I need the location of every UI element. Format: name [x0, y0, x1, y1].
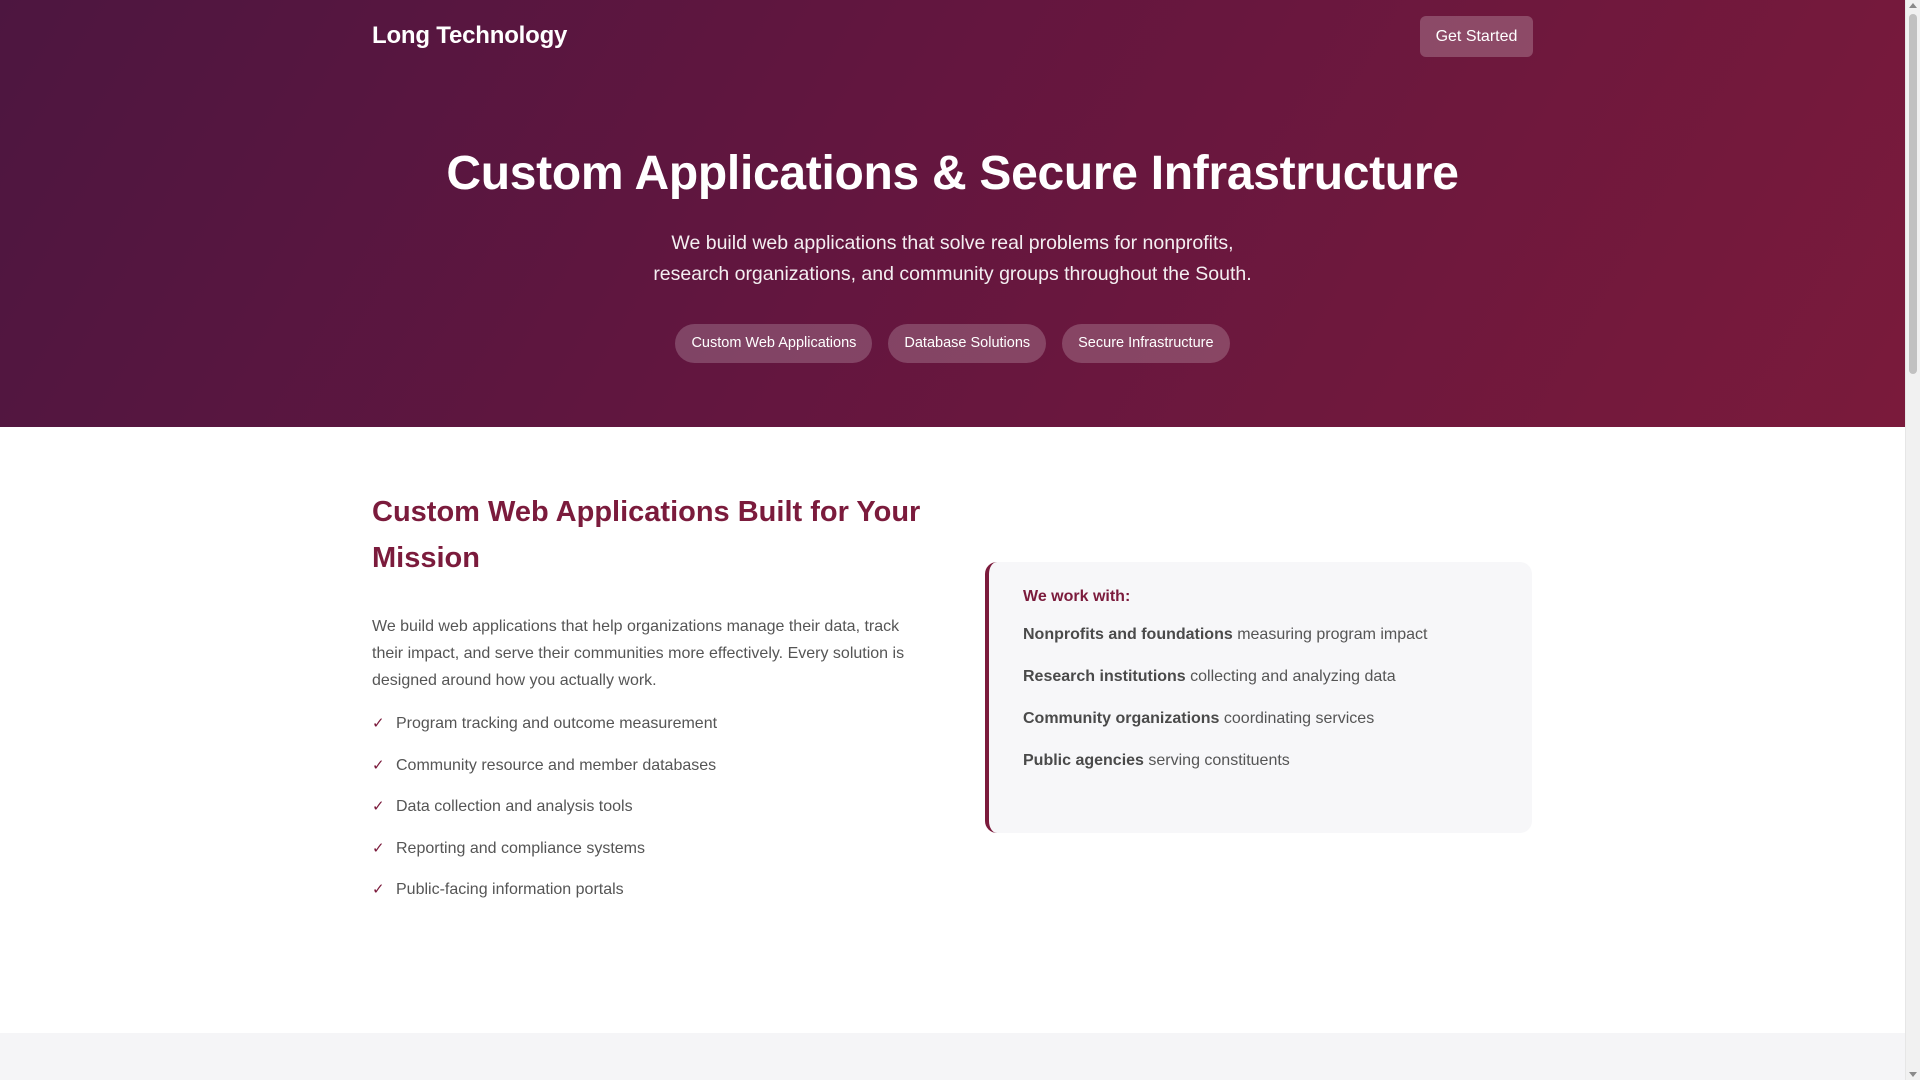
feature-label: Reporting and compliance systems: [396, 839, 646, 857]
brand-logo[interactable]: Long Technology: [372, 22, 567, 50]
pill-secure-infrastructure: Secure Infrastructure: [1062, 324, 1230, 363]
list-item: Public agencies serving constituents: [1023, 750, 1428, 792]
section-title: Custom Web Applications Built for Your M…: [372, 496, 921, 574]
check-icon: ✓: [372, 798, 385, 815]
list-item: ✓ Program tracking and outcome measureme…: [372, 703, 932, 745]
list-item: ✓ Data collection and analysis tools: [372, 786, 932, 828]
list-item: Nonprofits and foundations measuring pro…: [1023, 624, 1428, 666]
client-type: Nonprofits and foundations: [1023, 626, 1233, 643]
hero-section: Long Technology Get Started Custom Appli…: [0, 0, 1905, 427]
service-pills: Custom Web Applications Database Solutio…: [0, 324, 1905, 363]
list-item: Research institutions collecting and ana…: [1023, 666, 1428, 708]
client-type: Public agencies: [1023, 752, 1144, 769]
pill-custom-web-applications: Custom Web Applications: [675, 324, 873, 363]
hero-title: Custom Applications & Secure Infrastruct…: [446, 147, 1459, 200]
scroll-up-icon[interactable]: [1909, 3, 1917, 8]
we-work-with-card: We work with: Nonprofits and foundations…: [985, 562, 1532, 833]
client-type-detail: measuring program impact: [1232, 626, 1428, 643]
client-type-list: Nonprofits and foundations measuring pro…: [1023, 624, 1428, 792]
check-icon: ✓: [372, 715, 385, 732]
check-icon: ✓: [372, 756, 385, 774]
get-started-button[interactable]: Get Started: [1420, 16, 1533, 57]
feature-label: Data collection and analysis tools: [396, 798, 633, 815]
list-item: ✓ Public-facing information portals: [372, 869, 932, 911]
next-section: [0, 1033, 1905, 1080]
hero-subtitle-line-2: research organizations, and community gr…: [653, 263, 1252, 285]
feature-list: ✓ Program tracking and outcome measureme…: [372, 703, 932, 911]
list-item: ✓ Reporting and compliance systems: [372, 828, 932, 870]
card-title: We work with:: [1023, 588, 1131, 605]
check-icon: ✓: [372, 839, 385, 857]
client-type: Research institutions: [1023, 668, 1186, 685]
web-apps-section: Custom Web Applications Built for Your M…: [0, 427, 1905, 1033]
client-type: Community organizations: [1023, 710, 1220, 727]
client-type-detail: serving constituents: [1143, 752, 1290, 769]
scroll-down-icon[interactable]: [1909, 1072, 1917, 1077]
hero-subtitle: We build web applications that solve rea…: [0, 228, 1905, 290]
feature-label: Public-facing information portals: [396, 881, 624, 898]
vertical-scrollbar[interactable]: [1905, 0, 1920, 1080]
client-type-detail: collecting and analyzing data: [1185, 668, 1396, 685]
section-description: We build web applications that help orga…: [372, 618, 905, 689]
client-type-detail: coordinating services: [1219, 710, 1375, 727]
scrollbar-thumb[interactable]: [1909, 14, 1917, 374]
hero-subtitle-line-1: We build web applications that solve rea…: [671, 232, 1234, 254]
page: Long Technology Get Started Custom Appli…: [0, 0, 1905, 1080]
feature-label: Community resource and member databases: [396, 756, 717, 774]
feature-label: Program tracking and outcome measurement: [396, 715, 718, 732]
pill-database-solutions: Database Solutions: [888, 324, 1047, 363]
list-item: Community organizations coordinating ser…: [1023, 708, 1428, 750]
check-icon: ✓: [372, 881, 385, 898]
list-item: ✓ Community resource and member database…: [372, 745, 932, 787]
